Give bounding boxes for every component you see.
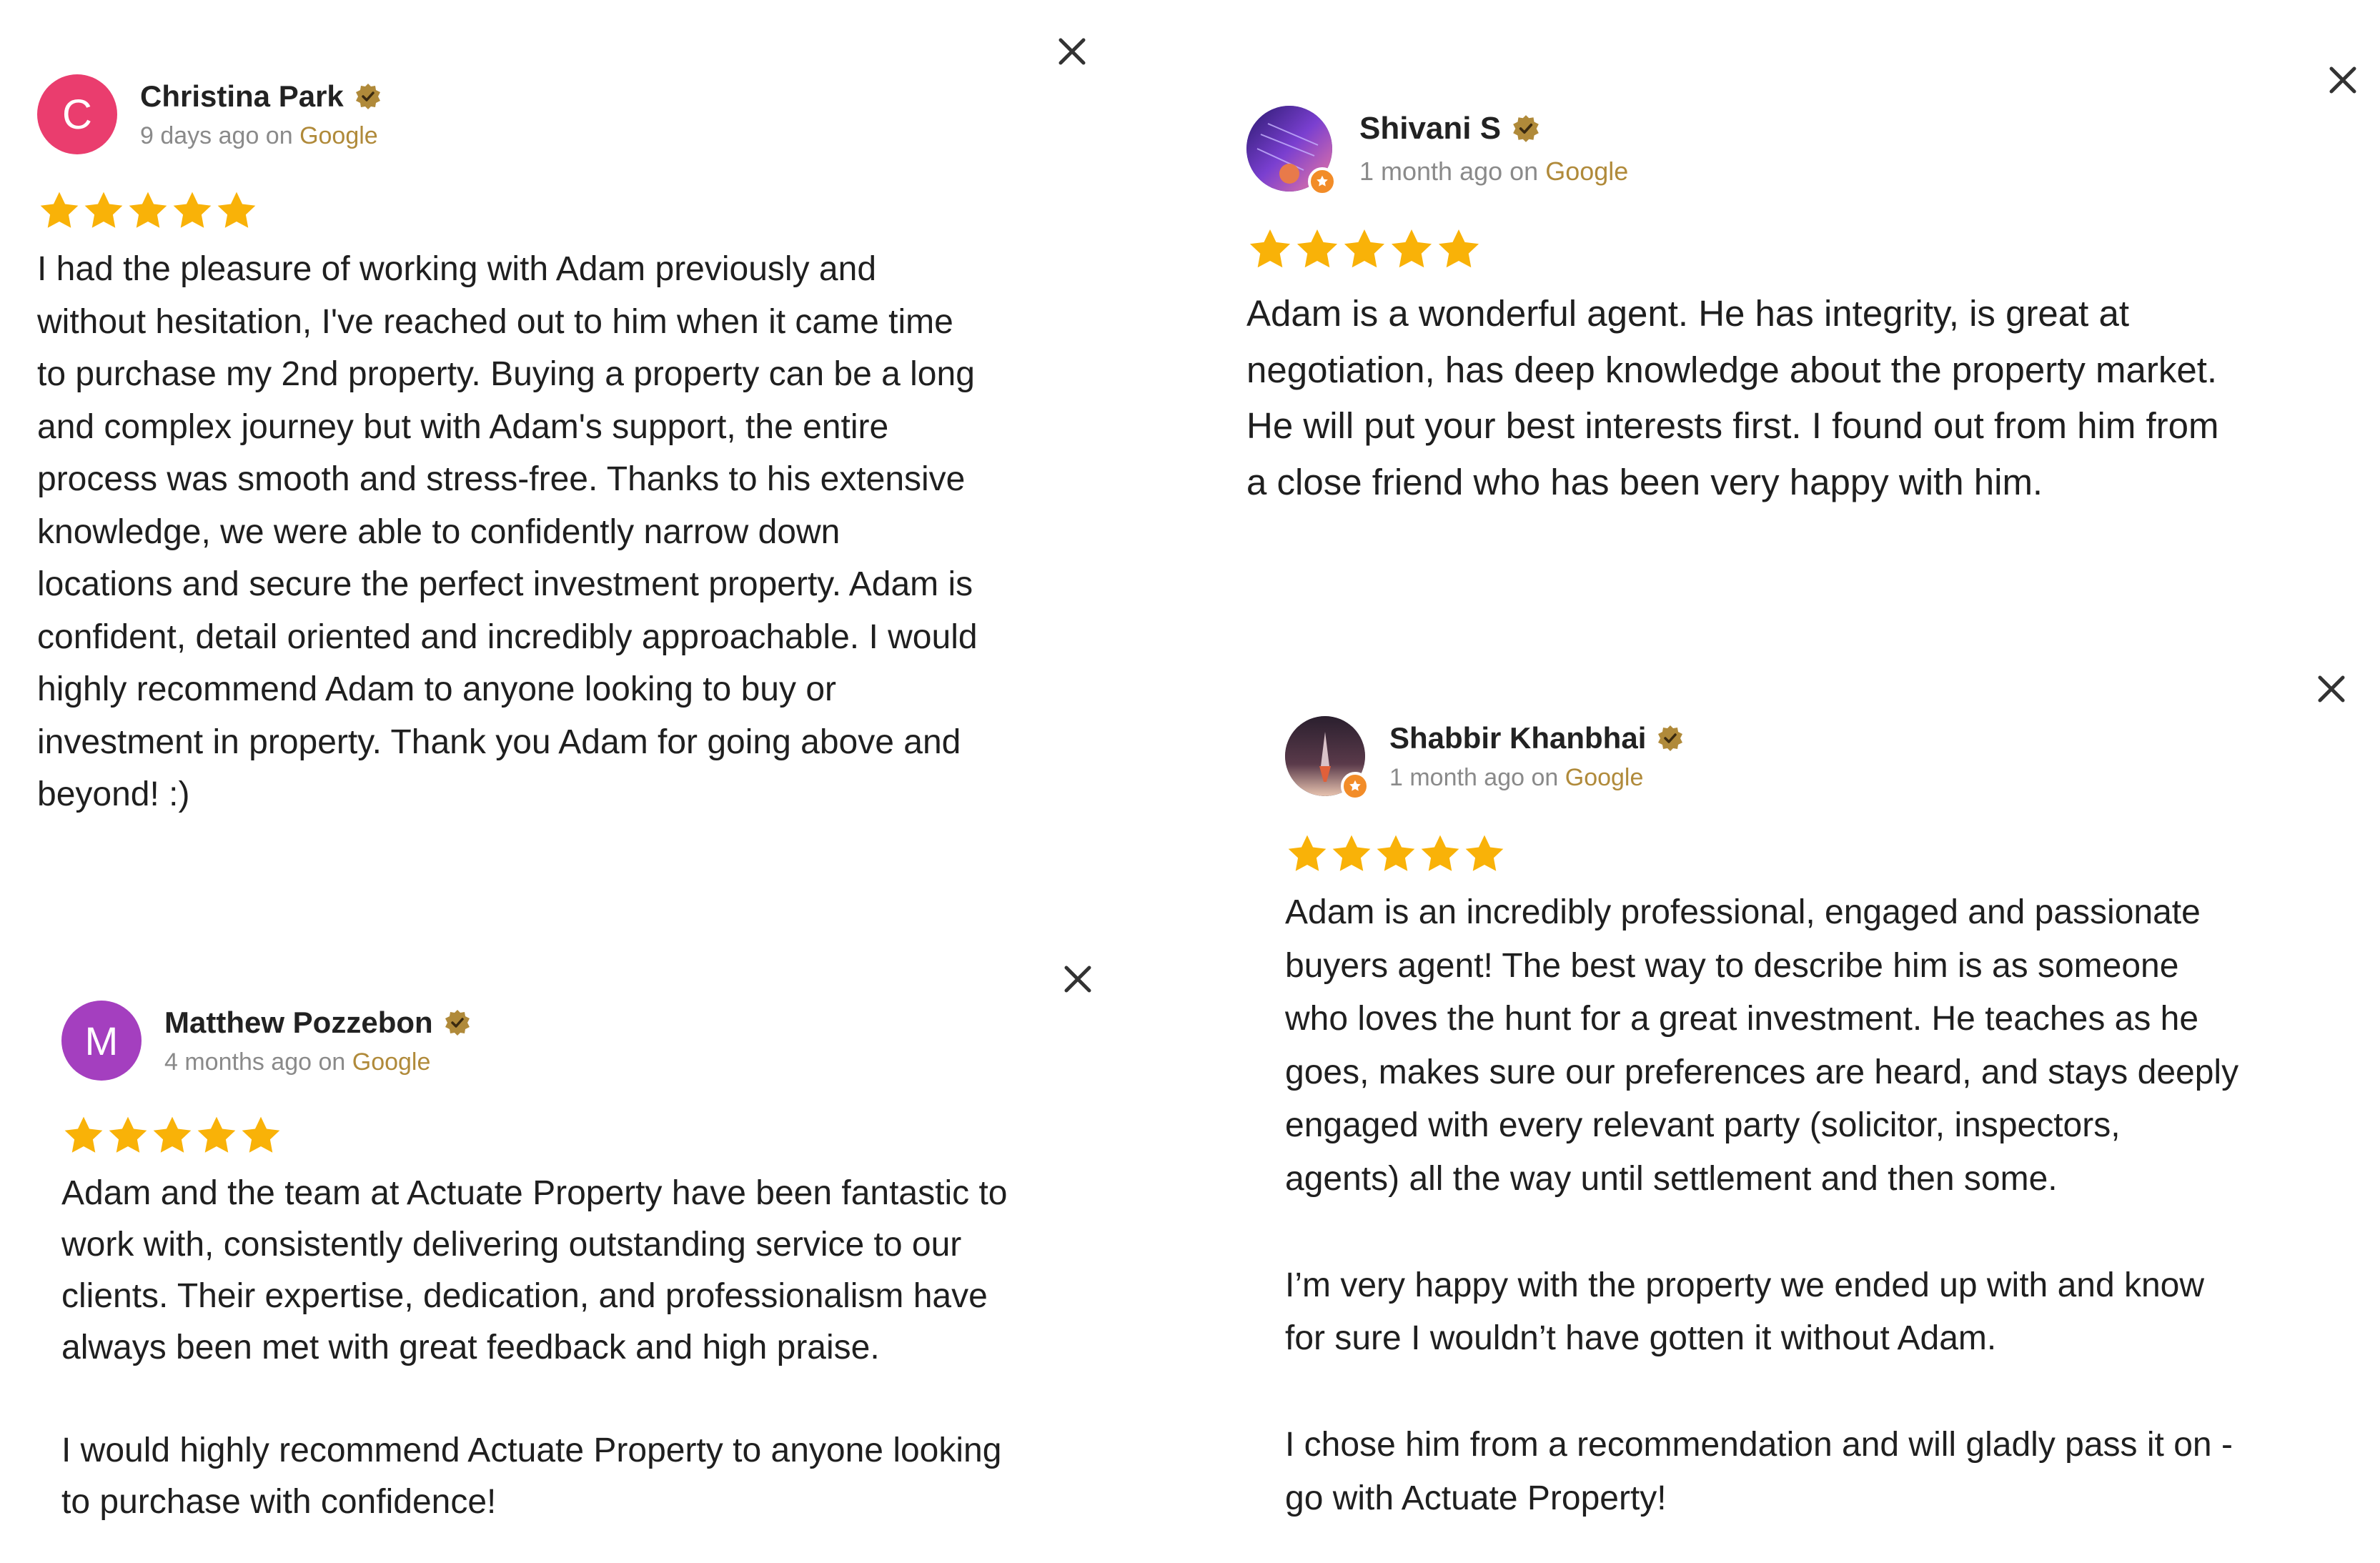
avatar-initial: C (62, 91, 92, 138)
star-icon (84, 192, 123, 228)
review-time: 9 days ago on (140, 121, 300, 149)
star-icon (1465, 835, 1504, 871)
review-source-link[interactable]: Google (352, 1048, 431, 1076)
review-header: Shivani S 1 month ago on Google (1246, 106, 1628, 196)
star-rating (1285, 832, 1507, 876)
review-card: Shabbir Khanbhai 1 month ago on Google A… (1258, 658, 2380, 1563)
avatar (1246, 106, 1337, 196)
reviewer-name: Matthew Pozzebon (164, 1005, 433, 1039)
star-rating (1246, 226, 1482, 273)
review-text: I had the pleasure of working with Adam … (37, 250, 978, 813)
review-header: Shabbir Khanbhai 1 month ago on Google (1285, 716, 1685, 800)
avatar-initial: M (84, 1018, 119, 1063)
review-source-link[interactable]: Google (1565, 764, 1644, 791)
star-icon (217, 192, 256, 228)
review-header: M Matthew Pozzebon 4 months ago on Googl… (61, 1001, 472, 1081)
local-guide-badge-icon (1341, 772, 1369, 800)
verified-badge-icon (1656, 724, 1685, 753)
star-icon (64, 1116, 103, 1153)
close-icon[interactable] (2323, 60, 2363, 100)
avatar: M (61, 1001, 142, 1081)
star-icon (109, 1116, 147, 1153)
review-card: C Christina Park 9 days ago on Google I … (0, 0, 1144, 879)
reviewer-name: Shabbir Khanbhai (1389, 720, 1647, 755)
star-rating (61, 1113, 283, 1158)
verified-badge-icon (443, 1008, 472, 1037)
star-icon (1296, 229, 1338, 268)
close-icon[interactable] (2311, 669, 2351, 709)
reviewer-name: Christina Park (140, 79, 344, 113)
review-header: C Christina Park 9 days ago on Google (37, 74, 382, 154)
star-rating (37, 189, 259, 233)
star-icon (1288, 835, 1327, 871)
avatar: C (37, 74, 117, 154)
review-text: Adam and the team at Actuate Property ha… (61, 1174, 1008, 1521)
reviewer-name: Shivani S (1359, 111, 1502, 146)
star-icon (1332, 835, 1371, 871)
review-source-link[interactable]: Google (299, 122, 378, 149)
review-source-link[interactable]: Google (1545, 157, 1628, 186)
star-icon (129, 192, 167, 228)
star-icon (1377, 835, 1415, 871)
review-text: Adam is a wonderful agent. He has integr… (1246, 293, 2219, 502)
close-icon[interactable] (1058, 959, 1098, 999)
review-text: Adam is an incredibly professional, enga… (1285, 893, 2239, 1517)
star-icon (153, 1116, 192, 1153)
star-icon (1249, 229, 1291, 268)
avatar (1285, 716, 1369, 800)
review-card: Shivani S 1 month ago on Google Adam is … (1215, 0, 2380, 643)
review-time: 4 months ago on (164, 1048, 352, 1076)
close-icon[interactable] (1052, 31, 1092, 71)
local-guide-badge-icon (1308, 167, 1337, 196)
star-icon (173, 192, 212, 228)
review-time: 1 month ago on (1359, 157, 1546, 186)
review-card: M Matthew Pozzebon 4 months ago on Googl… (0, 929, 1158, 1563)
star-icon (40, 192, 79, 228)
star-icon (1421, 835, 1459, 871)
verified-badge-icon (1511, 114, 1541, 144)
review-time: 1 month ago on (1389, 763, 1565, 791)
star-icon (1391, 229, 1432, 268)
star-icon (1344, 229, 1385, 268)
star-icon (197, 1116, 236, 1153)
star-icon (1438, 229, 1479, 268)
star-icon (242, 1116, 280, 1153)
verified-badge-icon (354, 82, 382, 111)
